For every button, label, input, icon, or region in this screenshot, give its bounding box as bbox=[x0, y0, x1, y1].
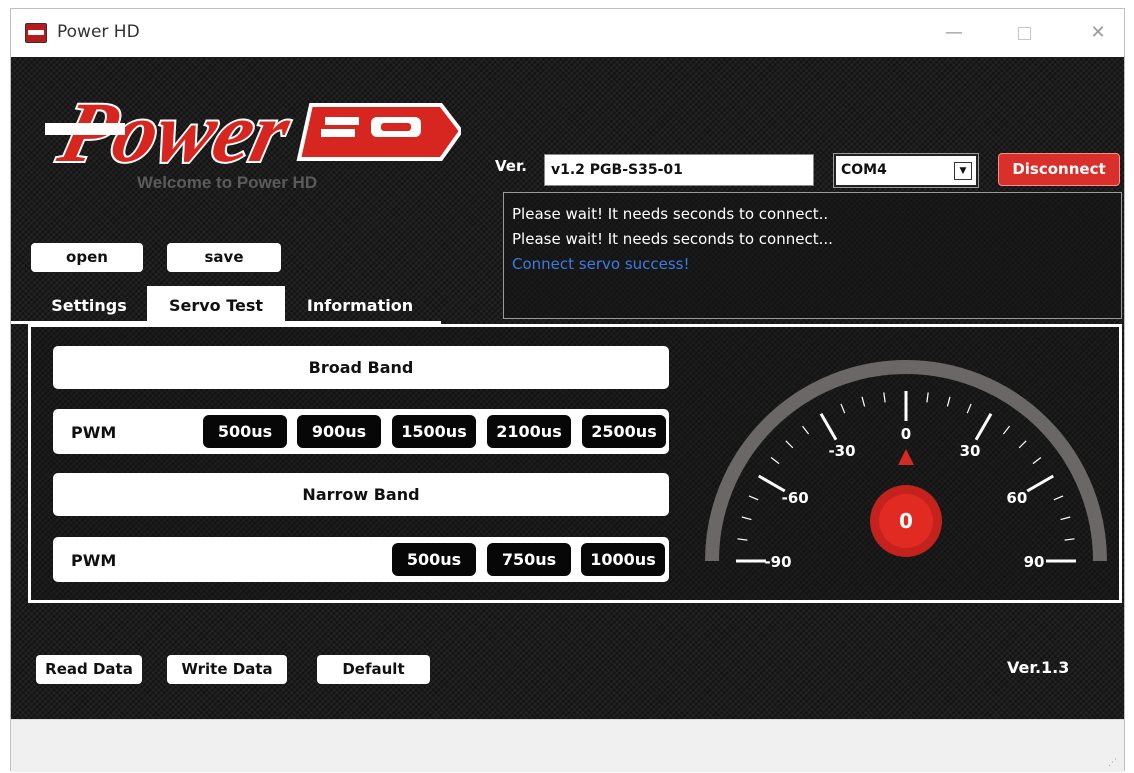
minimize-button[interactable]: — bbox=[931, 17, 977, 51]
version-label: Ver. bbox=[495, 157, 527, 175]
main-panel: Power Welcome to Power HD open save Ver.… bbox=[11, 57, 1124, 719]
gauge-major-tick bbox=[819, 413, 838, 441]
power-hd-logo: Power bbox=[45, 83, 461, 182]
log-line: Please wait! It needs seconds to connect… bbox=[512, 230, 833, 248]
gauge-minor-tick bbox=[926, 392, 929, 403]
tab-servo-test[interactable]: Servo Test bbox=[147, 286, 285, 324]
resize-grip-icon[interactable]: ⋰ bbox=[1108, 758, 1118, 768]
version-field[interactable] bbox=[544, 154, 814, 186]
gauge-minor-tick bbox=[966, 403, 972, 414]
gauge-major-tick bbox=[974, 413, 993, 441]
broad-pwm-2500us-button[interactable]: 2500us bbox=[582, 415, 666, 448]
servo-angle-gauge[interactable]: -90 -60 -30 0 30 60 90 0 bbox=[696, 337, 1116, 582]
title-bar: Power HD — ✕ bbox=[11, 9, 1124, 57]
gauge-tick-label: 30 bbox=[960, 442, 981, 460]
gauge-tick-label: 0 bbox=[901, 425, 911, 443]
logo-swoosh bbox=[45, 123, 125, 135]
narrow-pwm-500us-button[interactable]: 500us bbox=[392, 543, 476, 576]
tab-settings[interactable]: Settings bbox=[39, 286, 139, 324]
narrow-band-pwm-row: PWM 500us 750us 1000us bbox=[53, 537, 669, 582]
welcome-text: Welcome to Power HD bbox=[137, 173, 318, 192]
broad-pwm-2100us-button[interactable]: 2100us bbox=[487, 415, 571, 448]
gauge-minor-tick bbox=[861, 396, 866, 407]
gauge-minor-tick bbox=[840, 403, 846, 414]
log-line: Please wait! It needs seconds to connect… bbox=[512, 205, 829, 223]
gauge-minor-tick bbox=[883, 392, 886, 403]
gauge-tick-label: 60 bbox=[1006, 489, 1027, 507]
power-hd-app-icon bbox=[25, 23, 47, 43]
gauge-major-tick bbox=[1026, 474, 1054, 493]
logo-hd-badge bbox=[296, 103, 461, 161]
disconnect-button[interactable]: Disconnect bbox=[998, 153, 1120, 186]
gauge-minor-tick bbox=[1018, 440, 1027, 449]
broad-pwm-900us-button[interactable]: 900us bbox=[297, 415, 381, 448]
gauge-tick-label: -90 bbox=[764, 553, 791, 571]
gauge-minor-tick bbox=[741, 516, 752, 521]
maximize-icon bbox=[1017, 26, 1031, 40]
read-data-button[interactable]: Read Data bbox=[36, 655, 142, 684]
pwm-label: PWM bbox=[71, 423, 117, 442]
narrow-band-title: Narrow Band bbox=[302, 485, 420, 504]
gauge-minor-tick bbox=[748, 495, 759, 501]
narrow-band-header: Narrow Band bbox=[53, 473, 669, 516]
broad-pwm-500us-button[interactable]: 500us bbox=[203, 415, 287, 448]
window-title: Power HD bbox=[57, 22, 140, 42]
servo-test-panel: Broad Band PWM 500us 900us 1500us 2100us… bbox=[28, 324, 1122, 603]
write-data-button[interactable]: Write Data bbox=[167, 655, 287, 684]
gauge-minor-tick bbox=[1053, 495, 1064, 501]
gauge-minor-tick bbox=[1002, 425, 1010, 435]
maximize-button[interactable] bbox=[1001, 17, 1047, 51]
tab-information[interactable]: Information bbox=[295, 286, 425, 324]
gauge-minor-tick bbox=[946, 396, 951, 407]
gauge-minor-tick bbox=[1032, 457, 1042, 465]
app-window: Power HD — ✕ Power Welcome to Power HD o… bbox=[10, 8, 1125, 772]
broad-band-pwm-row: PWM 500us 900us 1500us 2100us 2500us bbox=[53, 409, 669, 454]
log-line-success: Connect servo success! bbox=[512, 255, 690, 273]
gauge-tick-label: 90 bbox=[1024, 553, 1045, 571]
gauge-pointer-icon bbox=[898, 449, 914, 465]
broad-band-header: Broad Band bbox=[53, 346, 669, 389]
narrow-pwm-750us-button[interactable]: 750us bbox=[487, 543, 571, 576]
pwm-label: PWM bbox=[71, 551, 117, 570]
gauge-minor-tick bbox=[1064, 538, 1075, 541]
narrow-pwm-1000us-button[interactable]: 1000us bbox=[581, 543, 665, 576]
broad-band-title: Broad Band bbox=[308, 358, 414, 377]
com-port-value: COM4 bbox=[841, 162, 887, 178]
status-bar: ⋰ bbox=[11, 719, 1124, 772]
app-version: Ver.1.3 bbox=[1007, 658, 1070, 677]
com-port-select[interactable]: COM4 ▼ bbox=[833, 153, 979, 188]
gauge-minor-tick bbox=[1060, 516, 1071, 521]
close-button[interactable]: ✕ bbox=[1075, 17, 1121, 51]
gauge-tick-label: -30 bbox=[828, 442, 855, 460]
connection-log: Please wait! It needs seconds to connect… bbox=[503, 192, 1122, 319]
dropdown-arrow-icon[interactable]: ▼ bbox=[954, 162, 972, 180]
save-button[interactable]: save bbox=[167, 243, 281, 272]
default-button[interactable]: Default bbox=[317, 655, 430, 684]
broad-pwm-1500us-button[interactable]: 1500us bbox=[392, 415, 476, 448]
gauge-minor-tick bbox=[785, 440, 794, 449]
open-button[interactable]: open bbox=[31, 243, 143, 272]
gauge-minor-tick bbox=[802, 425, 810, 435]
gauge-tick-label: -60 bbox=[782, 489, 809, 507]
gauge-minor-tick bbox=[737, 538, 748, 541]
gauge-minor-tick bbox=[770, 457, 780, 465]
gauge-value: 0 bbox=[899, 509, 913, 533]
